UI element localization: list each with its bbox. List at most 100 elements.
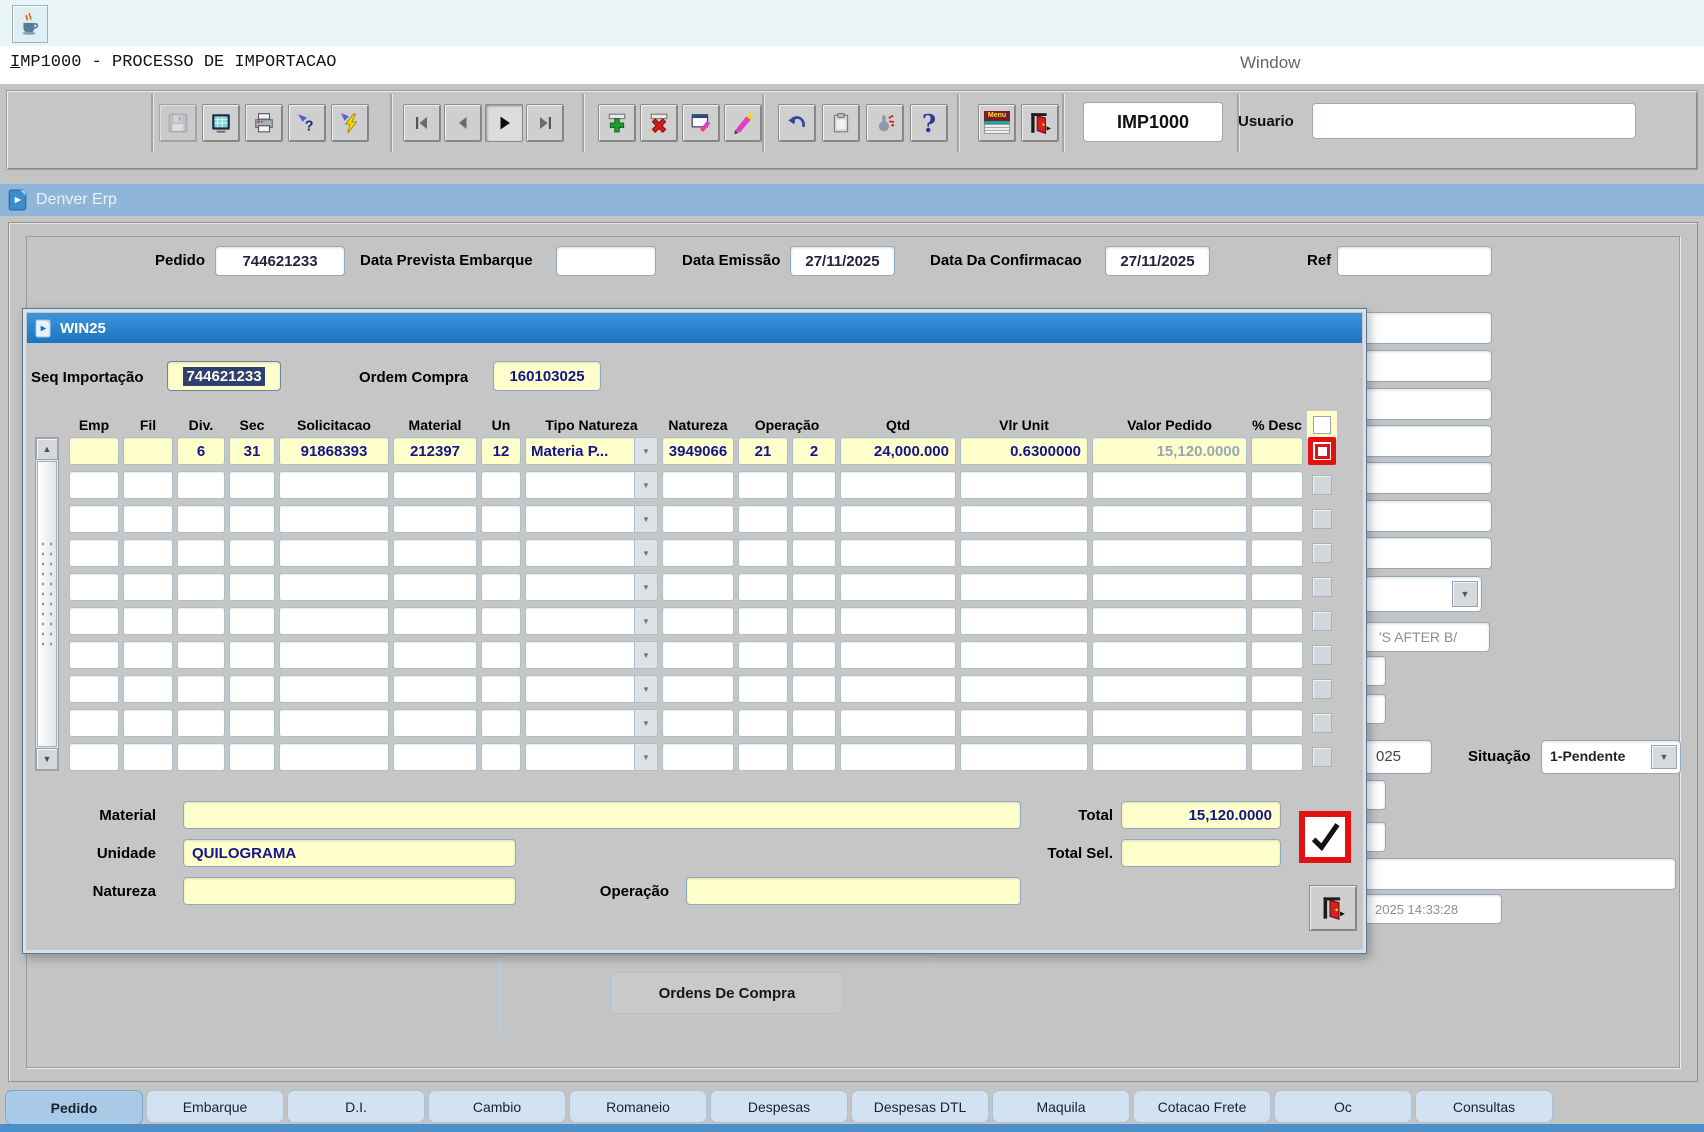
save-button[interactable] <box>159 104 197 142</box>
cell-vlr-unit[interactable] <box>960 675 1088 703</box>
cell-un[interactable]: 12 <box>481 437 521 465</box>
cell-op1[interactable] <box>738 573 788 601</box>
cell-valor-pedido[interactable] <box>1092 607 1247 635</box>
scroll-down-icon[interactable]: ▼ <box>36 748 58 770</box>
cell-valor-pedido[interactable] <box>1092 709 1247 737</box>
cell-op2[interactable] <box>792 675 836 703</box>
print-button[interactable] <box>245 104 283 142</box>
cell-material[interactable] <box>393 471 477 499</box>
cell-qtd[interactable] <box>840 641 956 669</box>
cell-desc[interactable] <box>1251 573 1303 601</box>
cell-solicitacao[interactable] <box>279 743 389 771</box>
cell-natureza[interactable] <box>662 675 734 703</box>
cell-qtd[interactable] <box>840 607 956 635</box>
data-emissao-field[interactable]: 27/11/2025 <box>790 246 895 276</box>
cell-natureza[interactable]: 3949066 <box>662 437 734 465</box>
cell-natureza[interactable] <box>662 641 734 669</box>
cell-desc[interactable] <box>1251 675 1303 703</box>
cell-desc[interactable] <box>1251 539 1303 567</box>
execute-query-button[interactable] <box>724 104 762 142</box>
cell-qtd[interactable] <box>840 675 956 703</box>
cell-valor-pedido[interactable] <box>1092 743 1247 771</box>
cell-emp[interactable] <box>69 471 119 499</box>
ordens-de-compra-button[interactable]: Ordens De Compra <box>610 972 844 1014</box>
cell-sec[interactable] <box>229 743 275 771</box>
cell-vlr-unit[interactable] <box>960 471 1088 499</box>
dropdown-arrow-icon[interactable]: ▼ <box>634 574 657 600</box>
cell-solicitacao[interactable] <box>279 539 389 567</box>
checkbox-empty-icon[interactable] <box>1312 475 1332 495</box>
next-record-button[interactable] <box>485 104 523 142</box>
scroll-up-icon[interactable]: ▲ <box>36 438 58 460</box>
cell-op2[interactable] <box>792 607 836 635</box>
cell-desc[interactable] <box>1251 471 1303 499</box>
material-field[interactable] <box>183 801 1021 829</box>
checkbox-empty-icon[interactable] <box>1312 645 1332 665</box>
tab-despesas-dtl[interactable]: Despesas DTL <box>851 1090 989 1123</box>
cell-fil[interactable] <box>123 539 173 567</box>
cell-emp[interactable] <box>69 437 119 465</box>
cell-div[interactable] <box>177 743 225 771</box>
cell-un[interactable] <box>481 505 521 533</box>
cell-valor-pedido[interactable] <box>1092 505 1247 533</box>
cell-fil[interactable] <box>123 675 173 703</box>
row-select-cell[interactable] <box>1307 573 1337 601</box>
cell-op2[interactable] <box>792 471 836 499</box>
cell-qtd[interactable]: 24,000.000 <box>840 437 956 465</box>
natureza-field[interactable] <box>183 877 516 905</box>
cell-qtd[interactable] <box>840 573 956 601</box>
cell-natureza[interactable] <box>662 539 734 567</box>
execute-button[interactable] <box>331 104 369 142</box>
cell-emp[interactable] <box>69 743 119 771</box>
cell-material[interactable] <box>393 607 477 635</box>
cell-valor-pedido[interactable] <box>1092 573 1247 601</box>
total-field[interactable]: 15,120.0000 <box>1121 801 1281 829</box>
cell-solicitacao[interactable] <box>279 607 389 635</box>
cell-solicitacao[interactable] <box>279 471 389 499</box>
cell-material[interactable] <box>393 641 477 669</box>
cell-vlr-unit[interactable] <box>960 505 1088 533</box>
dropdown-arrow-icon[interactable]: ▼ <box>634 506 657 532</box>
cell-tipo-natureza[interactable]: ▼ <box>525 675 658 703</box>
ordem-compra-field[interactable]: 160103025 <box>493 361 601 391</box>
cell-material[interactable] <box>393 539 477 567</box>
cell-solicitacao[interactable] <box>279 505 389 533</box>
cell-valor-pedido[interactable] <box>1092 539 1247 567</box>
cell-div[interactable] <box>177 539 225 567</box>
cell-fil[interactable] <box>123 471 173 499</box>
cell-div[interactable] <box>177 573 225 601</box>
cell-fil[interactable] <box>123 505 173 533</box>
cell-tipo-natureza[interactable]: Materia P...▼ <box>525 437 658 465</box>
dropdown-arrow-icon[interactable]: ▼ <box>634 608 657 634</box>
first-record-button[interactable] <box>403 104 441 142</box>
tab-cambio[interactable]: Cambio <box>428 1090 566 1123</box>
cell-tipo-natureza[interactable]: ▼ <box>525 709 658 737</box>
close-dialog-button[interactable] <box>1309 885 1357 931</box>
chevron-down-icon[interactable]: ▼ <box>1452 581 1478 607</box>
tab-romaneio[interactable]: Romaneio <box>569 1090 707 1123</box>
clipboard-button[interactable] <box>822 104 860 142</box>
cell-sec[interactable]: 31 <box>229 437 275 465</box>
cell-sec[interactable] <box>229 675 275 703</box>
menu-item-window[interactable]: Window <box>1240 53 1300 73</box>
cell-desc[interactable] <box>1251 709 1303 737</box>
cell-div[interactable]: 6 <box>177 437 225 465</box>
tab-oc[interactable]: Oc <box>1274 1090 1412 1123</box>
cell-solicitacao[interactable] <box>279 709 389 737</box>
cell-op2[interactable] <box>792 709 836 737</box>
cell-vlr-unit[interactable] <box>960 573 1088 601</box>
cell-un[interactable] <box>481 573 521 601</box>
cell-sec[interactable] <box>229 573 275 601</box>
cell-div[interactable] <box>177 471 225 499</box>
cell-material[interactable] <box>393 709 477 737</box>
cell-un[interactable] <box>481 641 521 669</box>
last-record-button[interactable] <box>526 104 564 142</box>
cell-tipo-natureza[interactable]: ▼ <box>525 539 658 567</box>
cell-emp[interactable] <box>69 641 119 669</box>
cell-op2[interactable] <box>792 573 836 601</box>
select-all-checkbox[interactable] <box>1307 411 1337 439</box>
cell-sec[interactable] <box>229 471 275 499</box>
data-confirmacao-field[interactable]: 27/11/2025 <box>1105 246 1210 276</box>
cell-un[interactable] <box>481 471 521 499</box>
lock-record-button[interactable] <box>866 104 904 142</box>
